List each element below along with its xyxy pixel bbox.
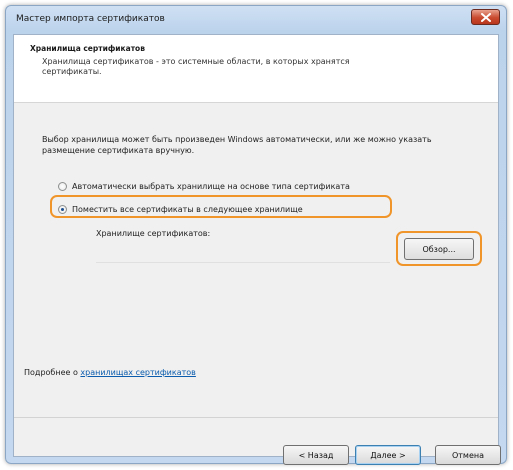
- back-button[interactable]: < Назад: [283, 445, 349, 465]
- radio-button-unchecked[interactable]: [58, 182, 67, 191]
- close-button[interactable]: [471, 9, 500, 25]
- wizard-header: Хранилища сертификатов Хранилища сертифи…: [14, 35, 498, 103]
- certificate-import-wizard-window: Мастер импорта сертификатов Хранилища се…: [5, 5, 507, 465]
- radio-button-checked[interactable]: [58, 205, 67, 214]
- cancel-button-label: Отмена: [451, 450, 485, 460]
- more-info-prefix: Подробнее о: [24, 368, 81, 377]
- radio-auto-select-store[interactable]: Автоматически выбрать хранилище на основ…: [58, 182, 350, 191]
- wizard-client-area: Хранилища сертификатов Хранилища сертифи…: [13, 34, 501, 465]
- more-info-text: Подробнее о хранилищах сертификатов: [24, 368, 196, 377]
- browse-button[interactable]: Обзор...: [404, 238, 474, 260]
- radio-manual-label: Поместить все сертификаты в следующее хр…: [72, 205, 303, 214]
- window-title: Мастер импорта сертификатов: [16, 14, 165, 24]
- page-title: Хранилища сертификатов: [30, 44, 145, 53]
- cancel-button[interactable]: Отмена: [435, 445, 501, 465]
- certificate-store-field: [96, 241, 390, 263]
- next-button[interactable]: Далее >: [355, 445, 421, 465]
- footer-divider: [14, 417, 498, 418]
- intro-text: Выбор хранилища может быть произведен Wi…: [42, 135, 432, 155]
- next-button-label: Далее >: [370, 450, 406, 460]
- close-icon: [480, 12, 491, 22]
- page-description: Хранилища сертификатов - это системные о…: [42, 57, 350, 76]
- certificate-store-label: Хранилище сертификатов:: [96, 229, 211, 238]
- radio-auto-label: Автоматически выбрать хранилище на основ…: [72, 182, 350, 191]
- radio-place-in-store[interactable]: Поместить все сертификаты в следующее хр…: [58, 205, 303, 214]
- back-button-label: < Назад: [298, 450, 334, 460]
- certificate-stores-link[interactable]: хранилищах сертификатов: [80, 368, 195, 377]
- title-bar[interactable]: Мастер импорта сертификатов: [6, 6, 506, 34]
